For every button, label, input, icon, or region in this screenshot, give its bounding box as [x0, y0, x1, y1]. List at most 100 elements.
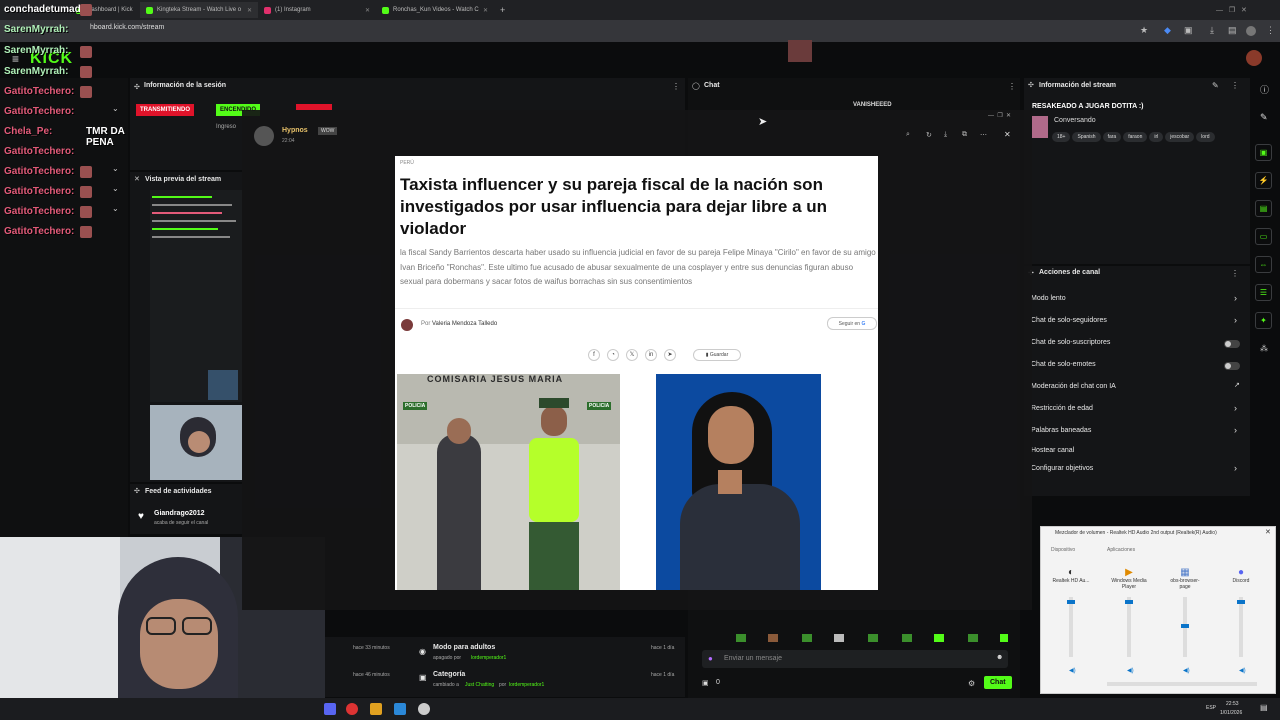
new-tab-button[interactable]: + [494, 2, 514, 18]
action-solo-emotes[interactable]: Chat de solo-emotes [1031, 361, 1096, 368]
action-modo-lento[interactable]: Modo lento [1031, 295, 1066, 302]
close-tab-icon[interactable]: ✕ [483, 7, 488, 14]
kebab-menu-icon[interactable]: ⋮ [1231, 269, 1239, 278]
clock-date[interactable]: 1/01/2026 [1220, 710, 1242, 716]
tab-kingteka[interactable]: Kingteka Stream - Watch Live o ✕ [140, 2, 258, 18]
toggle-switch[interactable] [1224, 340, 1240, 348]
action-restriccion-edad[interactable]: Restricción de edad [1031, 405, 1093, 412]
edit-pencil-icon[interactable]: ✎ [1260, 112, 1268, 123]
chevron-right-icon[interactable]: › [1234, 403, 1237, 413]
expand-icon[interactable]: ✣ [134, 487, 140, 495]
emoji-icon[interactable]: ☻ [996, 654, 1003, 661]
tab-ronchas[interactable]: Ronchas_Kun Videos - Watch C ✕ [376, 2, 494, 18]
volume-thumb[interactable] [1125, 600, 1133, 604]
edit-pencil-icon[interactable]: ✎ [1212, 81, 1219, 90]
open-external-icon[interactable]: ⧉ [962, 131, 967, 139]
chat-input[interactable]: Enviar un mensaje ● ☻ [702, 650, 1008, 668]
poster-avatar[interactable] [254, 126, 274, 146]
chevron-right-icon[interactable]: › [1234, 293, 1237, 303]
notifications-icon[interactable]: ▤ [1260, 703, 1268, 712]
discord-taskbar-icon[interactable] [324, 703, 336, 715]
chevron-right-icon[interactable]: › [1234, 315, 1237, 325]
close-tab-icon[interactable]: ✕ [365, 7, 370, 14]
close-tab-icon[interactable]: ✕ [247, 7, 252, 14]
sidepanel-icon[interactable]: ▤ [1228, 25, 1237, 36]
bookmark-star-icon[interactable]: ★ [1140, 25, 1148, 36]
action-solo-suscriptores[interactable]: Chat de solo-suscriptores [1031, 339, 1110, 346]
rotate-icon[interactable]: ↻ [926, 131, 932, 139]
action-moderacion-ia[interactable]: Moderación del chat con IA [1031, 383, 1116, 390]
link-icon[interactable]: ⇔ [1255, 256, 1272, 273]
tag[interactable]: Spanish [1072, 132, 1101, 142]
obs-taskbar-icon[interactable] [346, 703, 358, 715]
list-icon[interactable]: ☰ [1255, 284, 1272, 301]
activity-user[interactable]: lordemperador1 [509, 682, 544, 688]
extensions-puzzle-icon[interactable]: ▣ [1184, 25, 1193, 36]
window-controls[interactable]: — ❐ ✕ [1210, 2, 1253, 18]
zoom-icon[interactable]: ⌕ [906, 131, 910, 139]
chevron-right-icon[interactable]: › [1234, 425, 1237, 435]
tag[interactable]: fara [1102, 132, 1122, 142]
user-avatar[interactable] [1246, 50, 1262, 66]
clock-time[interactable]: 22:53 [1226, 701, 1239, 707]
screen-icon[interactable]: ▣ [1255, 144, 1272, 161]
mute-speaker-icon[interactable]: ◀) [1069, 667, 1076, 674]
activity-user[interactable]: lordemperador1 [471, 655, 506, 661]
tag[interactable]: 18+ [1052, 132, 1071, 142]
tab-instagram[interactable]: (1) Instagram ✕ [258, 2, 376, 18]
mute-speaker-icon[interactable]: ◀) [1183, 667, 1190, 674]
volume-thumb[interactable] [1181, 624, 1189, 628]
kebab-menu-icon[interactable]: ⋮ [1008, 82, 1016, 91]
settings-gear-icon[interactable]: ⚙ [968, 679, 975, 688]
toggle-switch[interactable] [1224, 362, 1240, 370]
browser-taskbar-icon[interactable] [418, 703, 430, 715]
action-solo-seguidores[interactable]: Chat de solo-seguidores [1031, 317, 1107, 324]
menu-kebab-icon[interactable]: ⋮ [1266, 25, 1275, 36]
kebab-menu-icon[interactable]: ⋮ [672, 82, 680, 91]
expand-icon[interactable]: ✣ [1028, 81, 1034, 89]
activity-category[interactable]: Just Chatting [465, 682, 494, 688]
grid-icon[interactable]: ⁂ [1260, 344, 1268, 353]
emote-icon[interactable]: ● [708, 654, 713, 663]
tag[interactable]: lord [1196, 132, 1215, 142]
window-controls[interactable]: — ❐ ✕ [988, 112, 1011, 119]
tag[interactable]: faraon [1123, 132, 1148, 142]
kebab-menu-icon[interactable]: ⋮ [1231, 81, 1239, 90]
activity-user[interactable]: Giandrago2012 [154, 510, 205, 517]
keyboard-language[interactable]: ESP [1206, 705, 1216, 711]
chat-top-user[interactable]: VANISHEEED [853, 102, 892, 108]
app-taskbar-icon[interactable] [394, 703, 406, 715]
gift-icon[interactable]: ▣ [702, 679, 709, 687]
wrench-icon[interactable]: ✦ [1255, 312, 1272, 329]
tag[interactable]: jescobar [1165, 132, 1195, 142]
chevron-right-icon[interactable]: › [1234, 463, 1237, 473]
download-icon[interactable]: ⤓ [944, 131, 947, 139]
info-icon[interactable]: ⓘ [1260, 83, 1269, 96]
chat-send-button[interactable]: Chat [984, 676, 1012, 689]
volume-thumb[interactable] [1067, 600, 1075, 604]
action-configurar-objetivos[interactable]: Configurar objetivos [1031, 465, 1093, 472]
action-palabras-baneadas[interactable]: Palabras baneadas [1031, 427, 1091, 434]
lightning-icon[interactable]: ⚡ [1255, 172, 1272, 189]
volume-thumb[interactable] [1237, 600, 1245, 604]
preview-video[interactable] [150, 190, 242, 402]
extension-icon[interactable]: ◆ [1164, 25, 1171, 36]
document-icon[interactable]: ▤ [1255, 200, 1272, 217]
tag[interactable]: irl [1149, 132, 1164, 142]
horizontal-scrollbar[interactable] [1107, 682, 1257, 686]
external-link-icon[interactable]: ↗ [1234, 381, 1240, 389]
profile-avatar[interactable] [1246, 26, 1256, 36]
mute-speaker-icon[interactable]: ◀) [1127, 667, 1134, 674]
folder-taskbar-icon[interactable] [370, 703, 382, 715]
volume-slider[interactable] [1069, 597, 1073, 657]
close-icon[interactable]: ✕ [1265, 528, 1271, 536]
poster-name[interactable]: Hypnos [282, 127, 308, 134]
close-icon[interactable]: ✕ [1004, 130, 1011, 139]
download-icon[interactable]: ⤓ [1210, 25, 1214, 36]
more-icon[interactable]: ⋯ [980, 131, 987, 139]
volume-slider[interactable] [1127, 597, 1131, 657]
chat-icon[interactable]: ▭ [1255, 228, 1272, 245]
volume-slider[interactable] [1239, 597, 1243, 657]
mute-speaker-icon[interactable]: ◀) [1239, 667, 1246, 674]
action-hostear-canal[interactable]: Hostear canal [1031, 447, 1074, 454]
